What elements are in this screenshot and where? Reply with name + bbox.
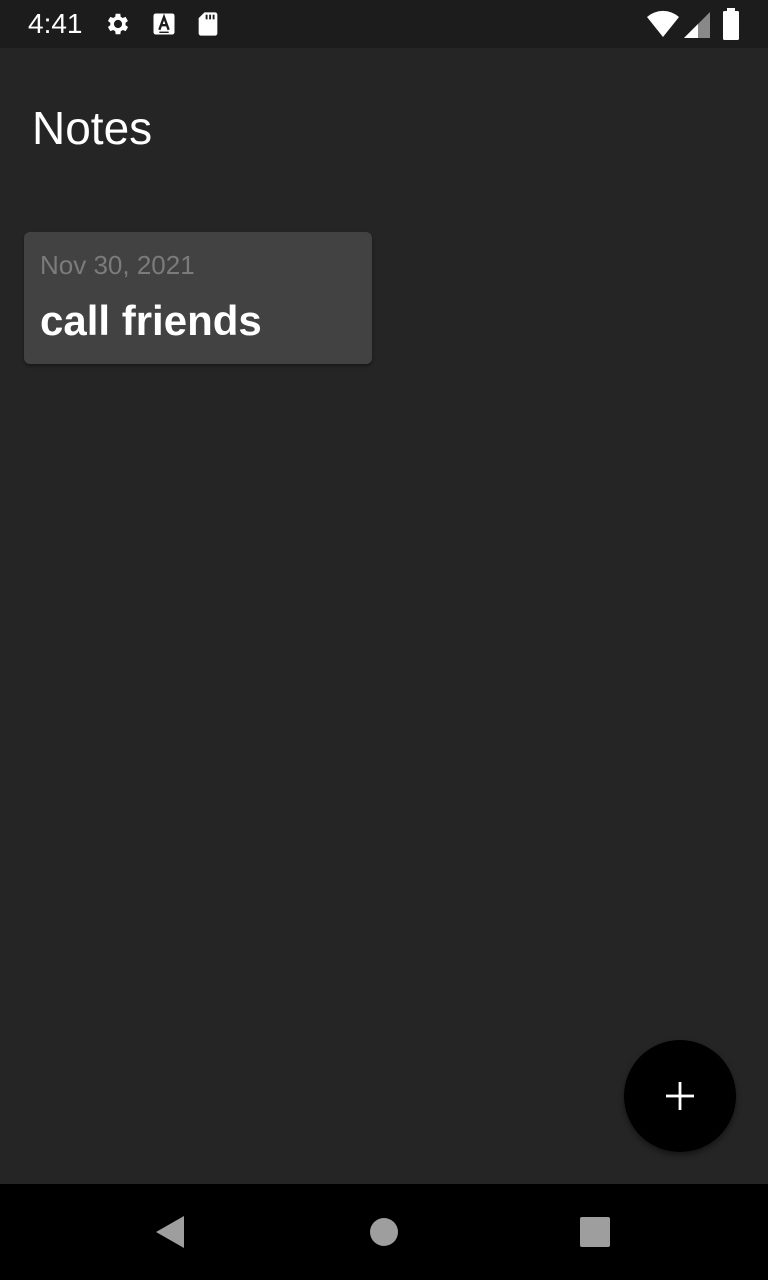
note-card[interactable]: Nov 30, 2021 call friends — [24, 232, 372, 364]
status-bar: 4:41 — [0, 0, 768, 48]
add-note-button[interactable] — [624, 1040, 736, 1152]
signal-icon — [684, 12, 710, 38]
notes-screen: 4:41 Notes Nov 30, 2021 call friends — [0, 0, 768, 1280]
gear-icon — [107, 13, 129, 35]
note-date: Nov 30, 2021 — [40, 250, 195, 280]
recents-icon — [580, 1217, 610, 1247]
recents-button[interactable] — [571, 1208, 619, 1256]
home-icon — [370, 1218, 398, 1246]
back-button[interactable] — [148, 1208, 196, 1256]
plus-icon — [666, 1082, 694, 1110]
sd-card-icon — [198, 12, 218, 36]
note-title: call friends — [40, 297, 262, 344]
status-time: 4:41 — [28, 8, 83, 39]
a-notification-icon — [153, 13, 175, 35]
wifi-icon — [647, 10, 679, 37]
home-button[interactable] — [360, 1208, 408, 1256]
battery-icon — [723, 8, 739, 40]
back-icon — [156, 1216, 184, 1248]
navigation-bar — [0, 1184, 768, 1280]
page-title: Notes — [32, 102, 153, 154]
